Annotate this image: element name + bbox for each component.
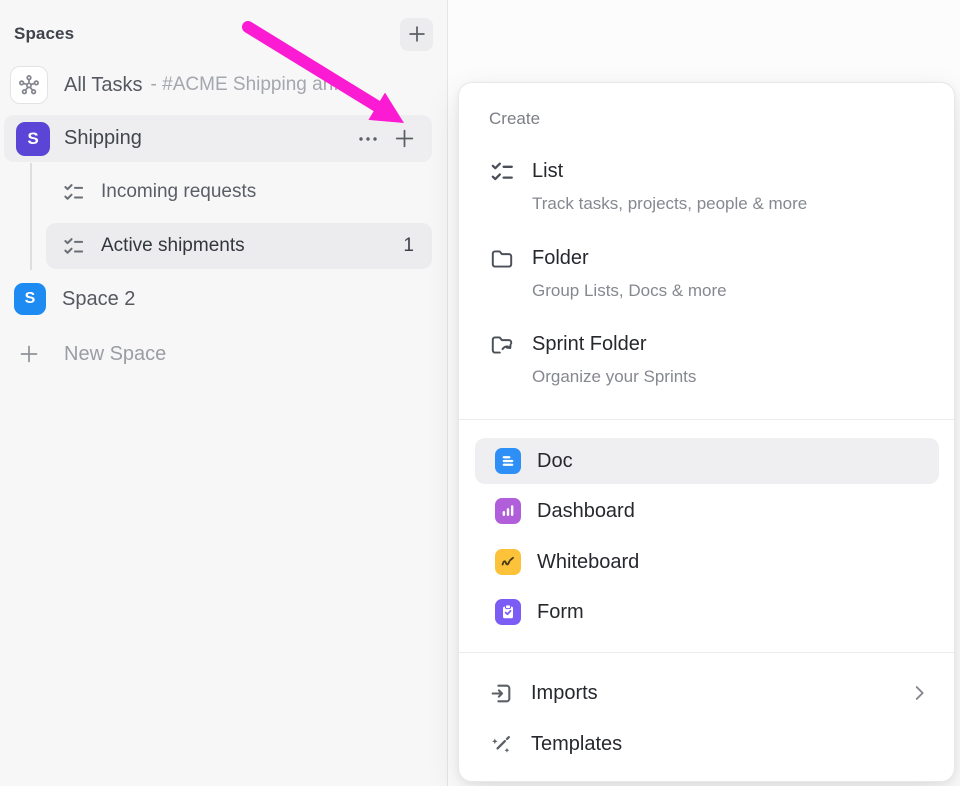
chevron-right-icon [908,682,930,704]
menu-item-dashboard[interactable]: Dashboard [475,488,939,534]
menu-item-dashboard-label: Dashboard [537,500,635,523]
hub-icon [10,66,48,104]
doc-icon [495,448,521,474]
space-2-label: Space 2 [62,288,135,311]
create-menu-popup: Create List Track tasks, projects, peopl… [458,82,955,782]
sidebar-item-space-2[interactable]: S Space 2 [0,277,448,321]
menu-item-form-label: Form [537,601,584,624]
menu-divider [459,419,954,420]
shipping-avatar: S [16,122,50,156]
menu-item-list-description: Track tasks, projects, people & more [532,191,807,217]
dashboard-icon [495,498,521,524]
menu-item-templates[interactable]: Templates [459,721,954,767]
sprint-folder-icon [489,332,515,358]
menu-item-folder-description: Group Lists, Docs & more [532,278,727,304]
new-space-label: New Space [64,343,166,366]
all-tasks-suffix: - #ACME Shipping an... [151,74,350,96]
folder-icon [489,246,515,272]
sidebar-item-active-shipments[interactable]: Active shipments 1 [46,223,432,269]
whiteboard-icon [495,549,521,575]
checklist-icon [62,181,85,204]
menu-item-doc[interactable]: Doc [475,438,939,484]
add-space-button[interactable] [400,18,433,51]
form-icon [495,599,521,625]
menu-item-templates-label: Templates [531,733,622,756]
checklist-icon [489,159,515,185]
spaces-title: Spaces [14,24,74,44]
menu-item-sprint-folder[interactable]: Sprint Folder Organize your Sprints [459,329,954,390]
menu-item-folder[interactable]: Folder Group Lists, Docs & more [459,243,954,304]
task-count-badge: 1 [403,235,414,257]
shipping-more-button[interactable] [354,125,382,153]
menu-item-sprint-folder-description: Organize your Sprints [532,364,696,390]
sidebar-item-incoming-requests[interactable]: Incoming requests [46,169,432,215]
plus-icon [392,126,417,151]
sidebar: Spaces All Tasks - #ACME Shipping an... … [0,0,448,786]
templates-icon [489,732,514,757]
menu-item-sprint-folder-label: Sprint Folder [532,329,696,359]
menu-item-whiteboard-label: Whiteboard [537,551,639,574]
menu-divider [459,652,954,653]
sidebar-item-new-space[interactable]: New Space [0,331,448,377]
space-2-avatar: S [14,283,46,315]
menu-item-doc-label: Doc [537,450,573,473]
menu-item-list[interactable]: List Track tasks, projects, people & mor… [459,156,954,217]
tree-indent-line [30,163,32,270]
plus-icon [17,342,41,366]
shipping-add-button[interactable] [390,125,418,153]
plus-icon [406,23,428,45]
menu-item-list-label: List [532,156,807,186]
incoming-requests-label: Incoming requests [101,181,256,203]
spaces-header: Spaces [14,18,433,50]
menu-item-imports-label: Imports [531,682,598,705]
sidebar-item-all-tasks[interactable]: All Tasks - #ACME Shipping an... [0,63,448,107]
menu-item-whiteboard[interactable]: Whiteboard [475,539,939,585]
menu-item-form[interactable]: Form [475,589,939,635]
checklist-icon [62,235,85,258]
active-shipments-label: Active shipments [101,235,245,257]
sidebar-item-shipping[interactable]: S Shipping [4,115,432,162]
imports-icon [489,681,514,706]
menu-item-folder-label: Folder [532,243,727,273]
all-tasks-label: All Tasks [64,74,143,97]
more-icon [356,127,380,151]
menu-item-imports[interactable]: Imports [459,670,954,716]
shipping-label: Shipping [64,127,142,150]
create-menu-title: Create [489,109,540,129]
